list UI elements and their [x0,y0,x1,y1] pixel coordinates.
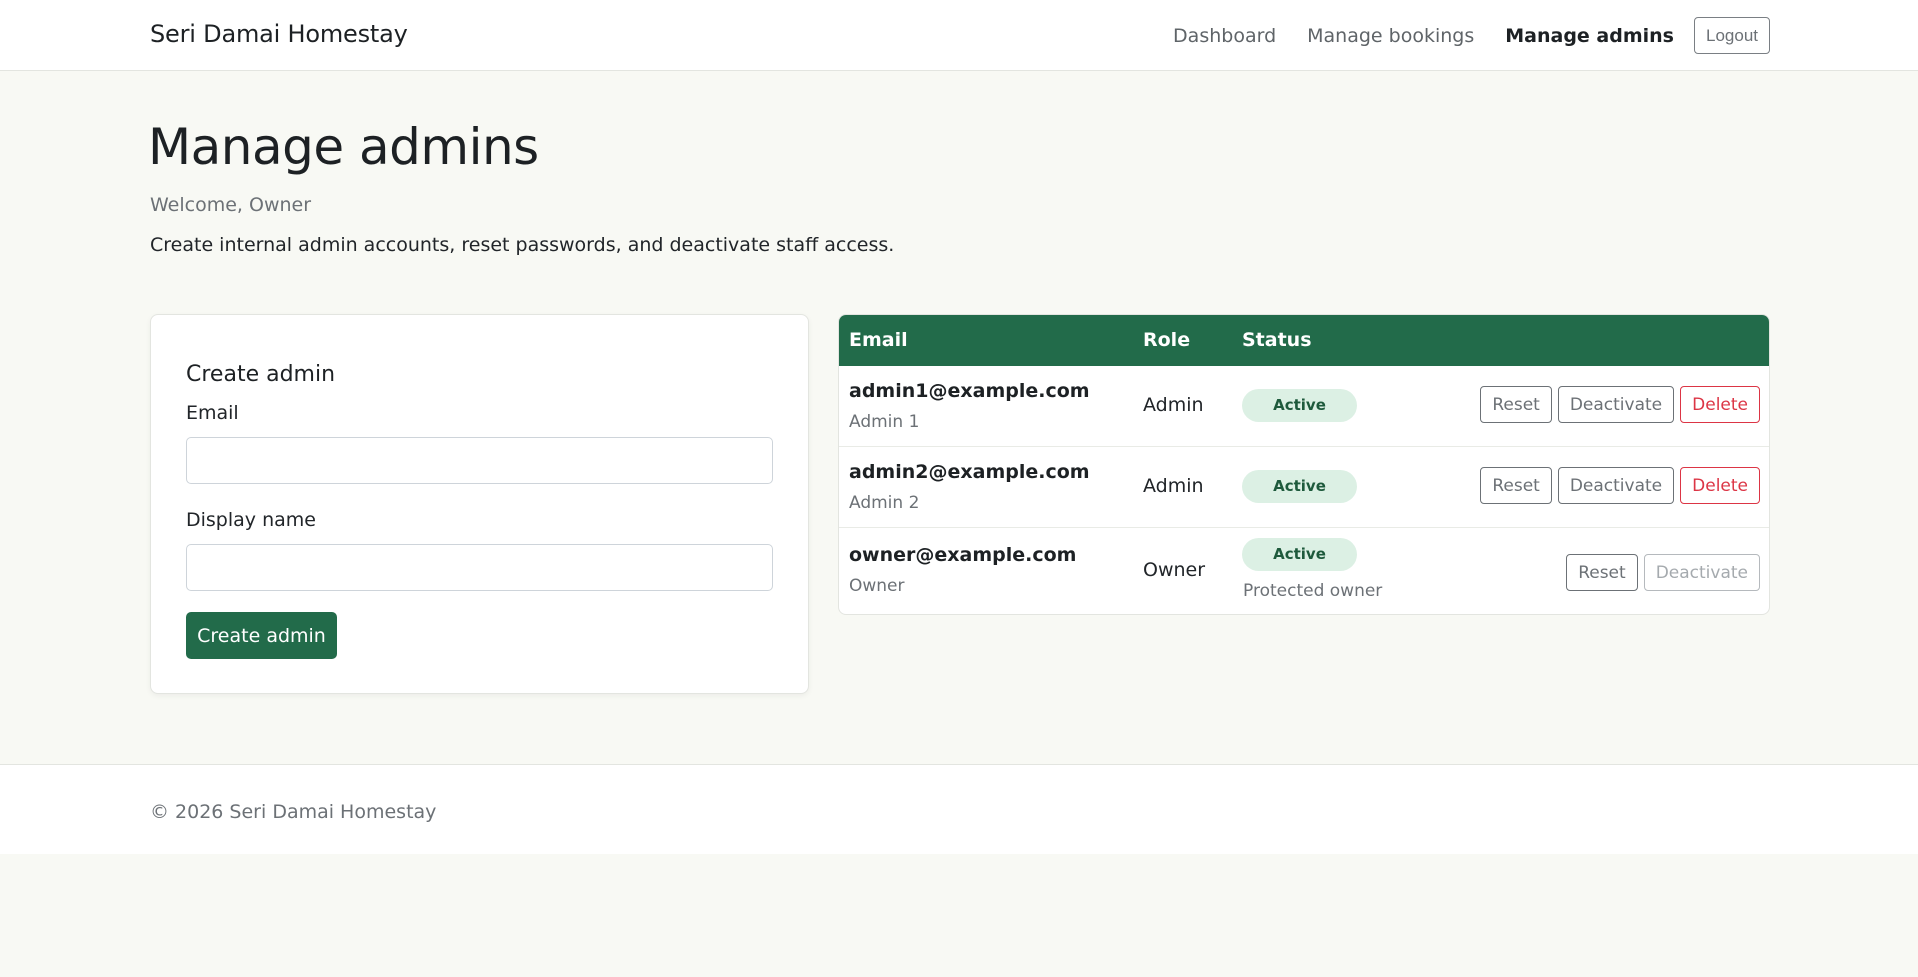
delete-button[interactable]: Delete [1680,467,1760,504]
admins-table: Email Role Status admin1@example.com Adm… [838,314,1770,615]
footer: © 2026 Seri Damai Homestay [0,764,1918,854]
status-badge: Active [1242,470,1357,503]
table-header: Email Role Status [839,315,1769,366]
deactivate-button[interactable]: Deactivate [1557,386,1675,423]
row-actions: Reset Deactivate [1560,554,1760,591]
row-actions: Reset Deactivate Delete [1474,386,1760,423]
reset-password-button[interactable]: Reset [1480,386,1552,423]
email-field[interactable] [186,437,773,484]
display-name-field[interactable] [186,544,773,591]
row-actions: Reset Deactivate Delete [1474,467,1760,504]
column-header-role: Role [1143,329,1191,351]
welcome-text: Welcome, Owner [150,194,312,216]
table-row: owner@example.com Owner Owner Active Pro… [839,528,1769,614]
column-header-email: Email [849,329,908,351]
admin-role: Admin [1143,475,1204,497]
display-name-label: Display name [186,509,316,531]
reset-password-button[interactable]: Reset [1480,467,1552,504]
nav-link-dashboard[interactable]: Dashboard [1173,18,1276,54]
delete-button[interactable]: Delete [1680,386,1760,423]
top-navbar: Seri Damai Homestay Dashboard Manage boo… [0,0,1918,71]
nav-link-manage-bookings[interactable]: Manage bookings [1307,18,1474,54]
admin-display-name: Admin 1 [849,412,920,432]
admin-display-name: Owner [849,576,905,596]
intro-text: Create internal admin accounts, reset pa… [150,234,895,256]
protected-owner-note: Protected owner [1243,581,1383,601]
admin-role: Owner [1143,559,1206,581]
column-header-status: Status [1242,329,1312,351]
admin-email: admin1@example.com [849,380,1090,402]
deactivate-button[interactable]: Deactivate [1557,467,1675,504]
table-row: admin2@example.com Admin 2 Admin Active … [839,447,1769,528]
admin-role: Admin [1143,394,1204,416]
deactivate-button: Deactivate [1643,554,1760,591]
admin-email: owner@example.com [849,544,1077,566]
create-admin-button[interactable]: Create admin [186,612,337,659]
nav-links: Dashboard Manage bookings Manage admins … [1142,17,1770,54]
table-row: admin1@example.com Admin 1 Admin Active … [839,366,1769,447]
nav-link-manage-admins[interactable]: Manage admins [1505,18,1674,54]
logout-button[interactable]: Logout [1694,17,1770,54]
admin-display-name: Admin 2 [849,493,920,513]
admin-email: admin2@example.com [849,461,1090,483]
reset-password-button[interactable]: Reset [1566,554,1638,591]
status-badge: Active [1242,538,1357,571]
email-label: Email [186,402,239,424]
create-admin-title: Create admin [186,362,336,387]
brand-link[interactable]: Seri Damai Homestay [150,20,408,48]
status-badge: Active [1242,389,1357,422]
page-title: Manage admins [148,118,539,176]
footer-copyright: © 2026 Seri Damai Homestay [150,801,437,823]
create-admin-card: Create admin Email Display name Create a… [150,314,809,694]
